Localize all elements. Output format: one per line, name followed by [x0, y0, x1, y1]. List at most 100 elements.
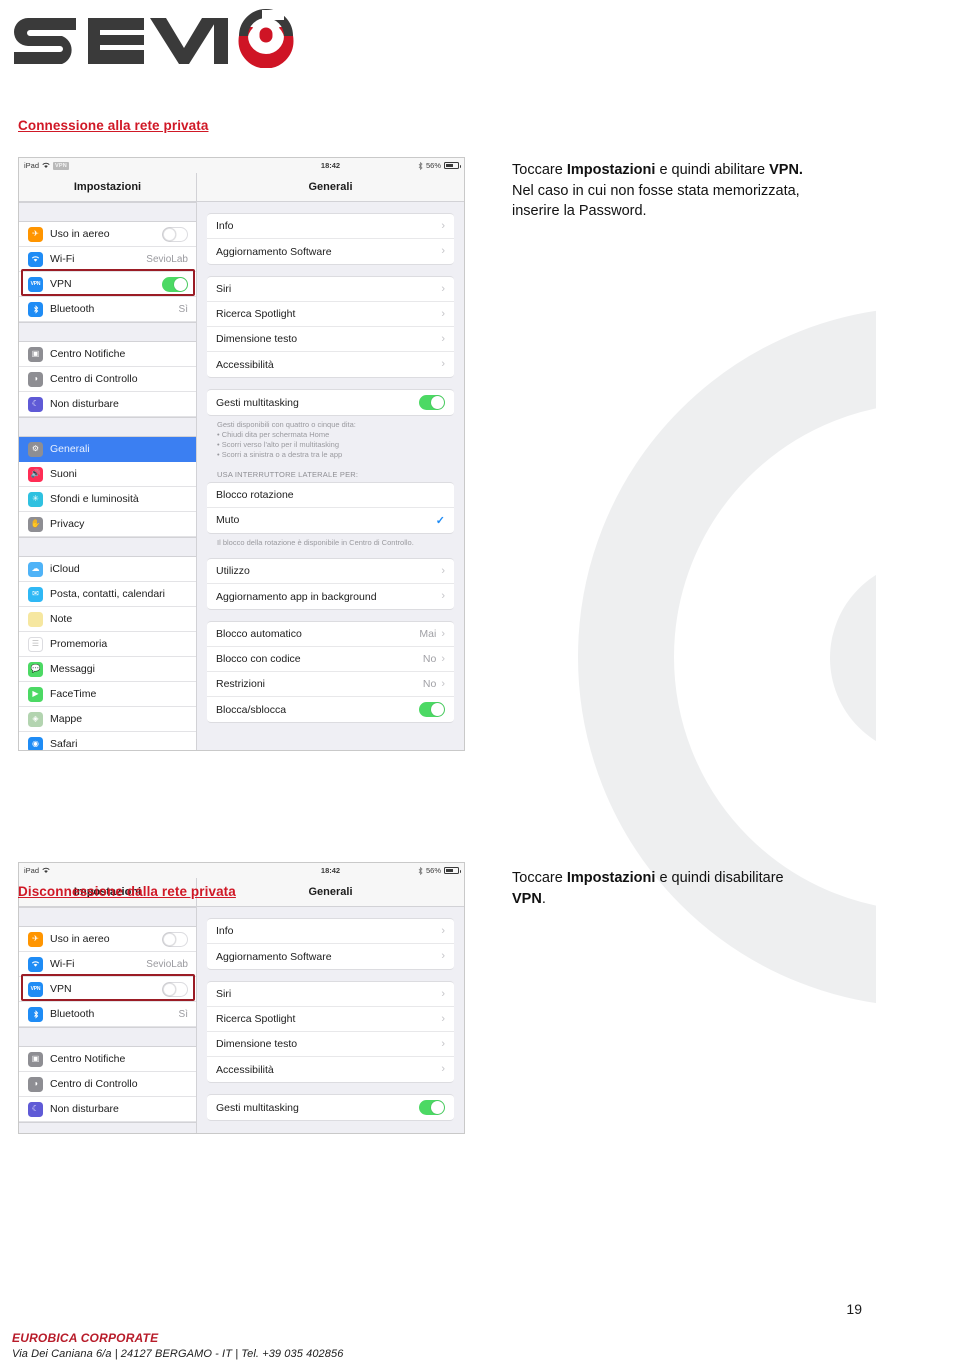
sidebar-item-privacy[interactable]: ✋ Privacy [19, 512, 196, 537]
wifi-icon [28, 251, 43, 267]
sidebar-item-mail-contacts-calendars[interactable]: ✉ Posta, contatti, calendari [19, 582, 196, 607]
row-value: No [422, 653, 437, 666]
settings-sidebar[interactable]: Impostazioni ✈ Uso in aereo Wi-Fi SevioL… [19, 158, 197, 750]
sidebar-item-maps[interactable]: ◈ Mappe [19, 707, 196, 732]
vpn-switch[interactable] [162, 276, 188, 292]
multitasking-gestures-switch[interactable] [419, 395, 445, 410]
row-siri[interactable]: Siri › [207, 277, 454, 302]
sidebar-item-wallpaper-brightness[interactable]: ✳ Sfondi e luminosità [19, 487, 196, 512]
row-usage[interactable]: Utilizzo › [207, 559, 454, 585]
chevron-right-icon: › [441, 1063, 445, 1075]
sidebar-item-control-center[interactable]: ◑ Centro di Controllo [19, 1072, 196, 1097]
sidebar-item-bluetooth[interactable]: Bluetooth Sì [19, 1002, 196, 1027]
section-heading-connection: Connessione alla rete privata [18, 118, 209, 133]
sidebar-item-label: Bluetooth [50, 303, 95, 315]
sidebar-item-general[interactable]: ⚙ Generali [19, 437, 196, 462]
notes-icon [28, 611, 43, 627]
status-bar: iPad VPN 18:42 56% [19, 158, 464, 173]
maps-icon: ◈ [28, 711, 43, 727]
cloud-icon: ☁ [28, 561, 43, 577]
row-label: Aggiornamento Software [216, 245, 332, 258]
row-software-update[interactable]: Aggiornamento Software › [207, 239, 454, 264]
notification-icon: ▣ [28, 346, 43, 362]
wifi-network-value: SevioLab [146, 253, 188, 265]
settings-card-siri: Siri › Ricerca Spotlight › Dimensione te… [207, 276, 454, 378]
sidebar-item-notification-center[interactable]: ▣ Centro Notifiche [19, 342, 196, 367]
row-label: Aggiornamento Software [216, 950, 332, 963]
row-spotlight-search[interactable]: Ricerca Spotlight › [207, 302, 454, 327]
instr2-p2: e quindi disabilitare [655, 870, 784, 886]
moon-icon: ☾ [28, 1101, 43, 1117]
sidebar-item-facetime[interactable]: ▶ FaceTime [19, 682, 196, 707]
sidebar-item-vpn[interactable]: VPN VPN [19, 272, 196, 297]
sidebar-item-sounds[interactable]: 🔊 Suoni [19, 462, 196, 487]
chevron-right-icon: › [441, 564, 445, 577]
multitasking-gestures-switch[interactable] [419, 1100, 445, 1115]
sidebar-item-reminders[interactable]: ☰ Promemoria [19, 632, 196, 657]
row-label: Gesti multitasking [216, 1101, 299, 1114]
row-text-size[interactable]: Dimensione testo › [207, 1032, 454, 1057]
side-switch-group-label: USA INTERRUTTORE LATERALE PER: [217, 469, 359, 479]
vpn-icon: VPN [28, 276, 43, 292]
row-passcode-lock[interactable]: Blocco con codice No › [207, 647, 454, 673]
sidebar-item-icloud[interactable]: ☁ iCloud [19, 557, 196, 582]
group-spacer [19, 537, 196, 557]
sidebar-item-vpn[interactable]: VPN VPN [19, 977, 196, 1002]
row-mute[interactable]: Muto ✓ [207, 508, 454, 533]
sidebar-item-notes[interactable]: Note [19, 607, 196, 632]
settings-sidebar[interactable]: Impostazioni ✈ Uso in aereo Wi-Fi SevioL… [19, 863, 197, 1133]
row-info[interactable]: Info › [207, 214, 454, 239]
sidebar-item-control-center[interactable]: ◑ Centro di Controllo [19, 367, 196, 392]
row-software-update[interactable]: Aggiornamento Software › [207, 944, 454, 969]
sidebar-item-label: iCloud [50, 563, 80, 575]
row-label: Blocco con codice [216, 653, 301, 666]
row-accessibility[interactable]: Accessibilità › [207, 352, 454, 377]
row-multitasking-gestures[interactable]: Gesti multitasking [207, 390, 454, 415]
battery-percent: 56% [425, 161, 441, 170]
row-auto-lock[interactable]: Blocco automatico Mai › [207, 622, 454, 648]
sidebar-item-notification-center[interactable]: ▣ Centro Notifiche [19, 1047, 196, 1072]
airplane-icon: ✈ [28, 226, 43, 242]
sidebar-item-airplane-mode[interactable]: ✈ Uso in aereo [19, 927, 196, 952]
footer-address: Via Dei Caniana 6/a | 24127 BERGAMO - IT… [12, 1348, 344, 1360]
instr2-p3: VPN [512, 890, 542, 907]
chevron-right-icon: › [441, 590, 445, 603]
airplane-mode-switch[interactable] [162, 931, 188, 947]
row-background-app-refresh[interactable]: Aggiornamento app in background › [207, 584, 454, 609]
sidebar-item-label: Promemoria [50, 638, 108, 650]
sidebar-item-do-not-disturb[interactable]: ☾ Non disturbare [19, 1097, 196, 1122]
row-multitasking-gestures[interactable]: Gesti multitasking [207, 1095, 454, 1120]
hand-icon: ✋ [28, 516, 43, 532]
row-text-size[interactable]: Dimensione testo › [207, 327, 454, 352]
sidebar-item-bluetooth[interactable]: Bluetooth Sì [19, 297, 196, 322]
row-label: Gesti multitasking [216, 396, 299, 409]
sidebar-item-wifi[interactable]: Wi-Fi SevioLab [19, 952, 196, 977]
row-restrictions[interactable]: Restrizioni No › [207, 672, 454, 698]
instr1-p1: Impostazioni [566, 162, 656, 178]
chevron-right-icon: › [441, 219, 445, 232]
sidebar-item-airplane-mode[interactable]: ✈ Uso in aereo [19, 222, 196, 247]
control-center-icon: ◑ [28, 1076, 43, 1092]
wifi-icon [28, 956, 43, 972]
instr2-p4: . [541, 890, 546, 907]
airplane-mode-switch[interactable] [162, 226, 188, 242]
status-bar: iPad 18:42 56% [19, 863, 464, 878]
sidebar-item-safari[interactable]: ◉ Safari [19, 732, 196, 750]
general-settings-pane[interactable]: Generali Info › Aggiornamento Software › [197, 158, 464, 750]
sidebar-item-do-not-disturb[interactable]: ☾ Non disturbare [19, 392, 196, 417]
general-settings-pane[interactable]: Generali Info › Aggiornamento Software › [197, 863, 464, 1133]
reminders-icon: ☰ [28, 636, 43, 652]
row-label: Blocco automatico [216, 628, 302, 641]
battery-icon [444, 162, 461, 169]
row-siri[interactable]: Siri › [207, 982, 454, 1007]
row-accessibility[interactable]: Accessibilità › [207, 1057, 454, 1082]
lock-unlock-switch[interactable] [419, 702, 445, 718]
row-spotlight-search[interactable]: Ricerca Spotlight › [207, 1007, 454, 1032]
row-info[interactable]: Info › [207, 919, 454, 944]
sidebar-item-wifi[interactable]: Wi-Fi SevioLab [19, 247, 196, 272]
sidebar-item-messages[interactable]: 💬 Messaggi [19, 657, 196, 682]
vpn-switch[interactable] [162, 981, 188, 997]
row-rotation-lock[interactable]: Blocco rotazione [207, 483, 454, 508]
chevron-right-icon: › [441, 307, 445, 320]
row-lock-unlock[interactable]: Blocca/sblocca [207, 697, 454, 722]
